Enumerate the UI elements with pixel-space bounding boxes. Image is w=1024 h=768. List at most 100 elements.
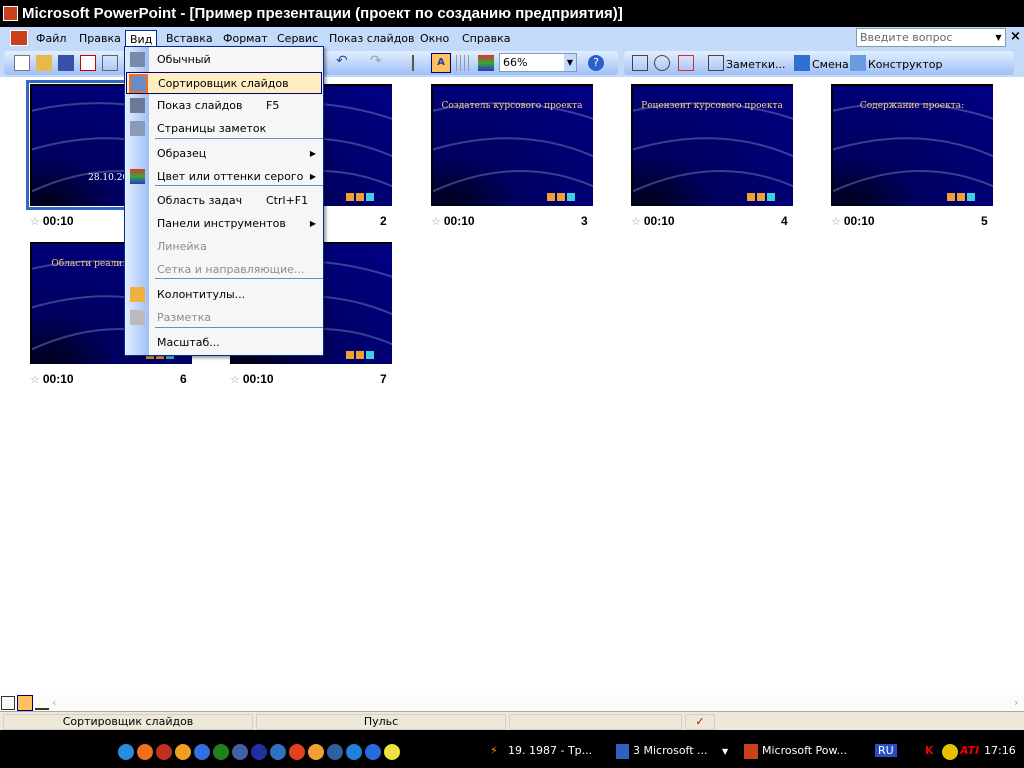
undo-icon[interactable]: ↶ xyxy=(336,53,352,69)
ie-icon[interactable] xyxy=(365,744,381,760)
notes-button[interactable]: Заметки... xyxy=(726,58,786,71)
view-menu-item[interactable]: Область задач Ctrl+F1 xyxy=(126,190,322,212)
taskbar: ⚡ 19. 1987 - Тр... 3 Microsoft ... ▼ Mic… xyxy=(0,730,1024,768)
maxthon-icon[interactable] xyxy=(270,744,286,760)
save-icon[interactable] xyxy=(58,55,74,71)
design-icon[interactable] xyxy=(850,55,866,71)
view-menu-item[interactable]: Масштаб... xyxy=(126,332,322,354)
open-icon[interactable] xyxy=(36,55,52,71)
menu-window[interactable]: Окно xyxy=(416,30,453,47)
ati-icon[interactable]: ATI xyxy=(960,744,979,757)
timing-value: 00:10 xyxy=(42,214,74,228)
browser-icon[interactable] xyxy=(118,744,134,760)
taskbar-button-1[interactable]: 19. 1987 - Тр... xyxy=(508,744,592,757)
view-menu-item[interactable]: Панели инструментов ▶ xyxy=(126,213,322,235)
designer-button[interactable]: Конструктор xyxy=(868,58,942,71)
flash-icon[interactable] xyxy=(289,744,305,760)
chevron-down-icon[interactable]: ▼ xyxy=(564,54,576,71)
view-menu-item[interactable]: Страницы заметок xyxy=(126,118,322,140)
pro-icon[interactable] xyxy=(213,744,229,760)
transition-star-icon[interactable]: ☆ xyxy=(30,216,40,228)
timing-value: 00:10 xyxy=(42,372,74,386)
taskbar-button-2[interactable]: 3 Microsoft ... xyxy=(633,744,708,757)
attach-icon[interactable] xyxy=(102,55,118,71)
slide-number: 5 xyxy=(981,214,988,228)
slide-title: Создатель курсового проекта xyxy=(441,101,583,111)
view-menu-item[interactable]: Показ слайдов F5 xyxy=(126,95,322,117)
language-indicator[interactable]: RU xyxy=(875,744,897,757)
transition-icon[interactable] xyxy=(794,55,810,71)
view-menu: Обычный Сортировщик слайдов Показ слайдов F… xyxy=(124,46,324,356)
floppy-icon[interactable] xyxy=(251,744,267,760)
clock-app-icon[interactable] xyxy=(308,744,324,760)
redo-icon[interactable]: ↷ xyxy=(370,53,386,69)
grid-icon[interactable] xyxy=(456,55,472,71)
slide-timing: ☆00:10 xyxy=(831,214,875,228)
menu-edit[interactable]: Правка xyxy=(75,30,125,47)
menu-format[interactable]: Формат xyxy=(219,30,272,47)
timing-value: 00:10 xyxy=(443,214,475,228)
scroll-left-icon[interactable]: ‹ xyxy=(52,696,56,709)
new-icon[interactable] xyxy=(14,55,30,71)
scroll-right-icon[interactable]: › xyxy=(1014,696,1018,709)
media-player-icon[interactable] xyxy=(346,744,362,760)
menu-item-label: Линейка xyxy=(157,240,207,253)
menu-help[interactable]: Справка xyxy=(458,30,514,47)
transition-star-icon[interactable]: ☆ xyxy=(230,374,240,386)
transition-star-icon[interactable]: ☆ xyxy=(831,216,841,228)
help-icon[interactable]: ? xyxy=(588,55,604,71)
transition-star-icon[interactable]: ☆ xyxy=(631,216,641,228)
show-formatting-icon[interactable]: A xyxy=(431,53,451,73)
slideshow-view-button[interactable] xyxy=(35,696,49,710)
view-menu-item[interactable]: Сортировщик слайдов xyxy=(126,72,322,94)
acrobat-icon[interactable] xyxy=(232,744,248,760)
slide-timing: ☆00:10 xyxy=(30,372,74,386)
menu-item-label: Страницы заметок xyxy=(157,122,267,135)
close-document-button[interactable]: × xyxy=(1010,29,1021,44)
ask-question-input[interactable]: Введите вопрос ▼ xyxy=(856,28,1006,47)
tray-icon[interactable] xyxy=(942,744,958,760)
bulb-icon[interactable] xyxy=(384,744,400,760)
rehearse-timings-icon[interactable] xyxy=(654,55,670,71)
color-icon xyxy=(130,169,145,184)
document-icon[interactable] xyxy=(10,30,28,46)
messenger-icon[interactable] xyxy=(194,744,210,760)
gear-app-icon[interactable] xyxy=(327,744,343,760)
transition-star-icon[interactable]: ☆ xyxy=(431,216,441,228)
menu-item-shortcut: Ctrl+F1 xyxy=(266,194,309,207)
view-menu-item[interactable]: Образец ▶ xyxy=(126,143,322,165)
slide-thumbnail[interactable]: Рецензент курсового проекта xyxy=(631,84,793,206)
summary-slide-icon[interactable] xyxy=(678,55,694,71)
slide-sorter-view-button[interactable] xyxy=(17,695,33,711)
submenu-arrow-icon: ▶ xyxy=(309,149,316,158)
group-chevron-icon[interactable]: ▼ xyxy=(722,747,728,756)
view-menu-item[interactable]: Колонтитулы... xyxy=(126,284,322,306)
slide-sorter-toolbar: Заметки... Смена Конструктор xyxy=(624,51,1014,75)
menu-separator xyxy=(155,185,323,186)
horizontal-scrollbar[interactable]: ‹ › xyxy=(0,695,1024,711)
menu-insert[interactable]: Вставка xyxy=(162,30,217,47)
menu-file[interactable]: Файл xyxy=(32,30,70,47)
permission-icon[interactable] xyxy=(80,55,96,71)
menu-tools[interactable]: Сервис xyxy=(273,30,322,47)
slide-thumbnail[interactable]: Содержание проекта: xyxy=(831,84,993,206)
antivirus-icon[interactable]: K xyxy=(925,744,934,757)
menu-slideshow[interactable]: Показ слайдов xyxy=(325,30,419,47)
zoom-select[interactable]: 66% ▼ xyxy=(499,53,577,72)
view-menu-item[interactable]: Обычный xyxy=(126,49,322,71)
chevron-down-icon[interactable]: ▼ xyxy=(992,29,1005,46)
normal-view-button[interactable] xyxy=(1,696,15,710)
color-grayscale-icon[interactable] xyxy=(478,55,494,71)
slide-thumbnail[interactable]: Создатель курсового проекта xyxy=(431,84,593,206)
mail-icon[interactable] xyxy=(137,744,153,760)
winamp-icon: ⚡ xyxy=(490,744,498,757)
transition-button[interactable]: Смена xyxy=(812,58,849,71)
transition-star-icon[interactable]: ☆ xyxy=(30,374,40,386)
hide-slide-icon[interactable] xyxy=(632,55,648,71)
winamp-ql-icon[interactable] xyxy=(175,744,191,760)
opera-icon[interactable] xyxy=(156,744,172,760)
spelling-icon[interactable]: ✓ xyxy=(685,714,715,730)
expand-all-icon[interactable] xyxy=(412,55,428,71)
notes-icon[interactable] xyxy=(708,55,724,71)
taskbar-button-3[interactable]: Microsoft Pow... xyxy=(762,744,847,757)
